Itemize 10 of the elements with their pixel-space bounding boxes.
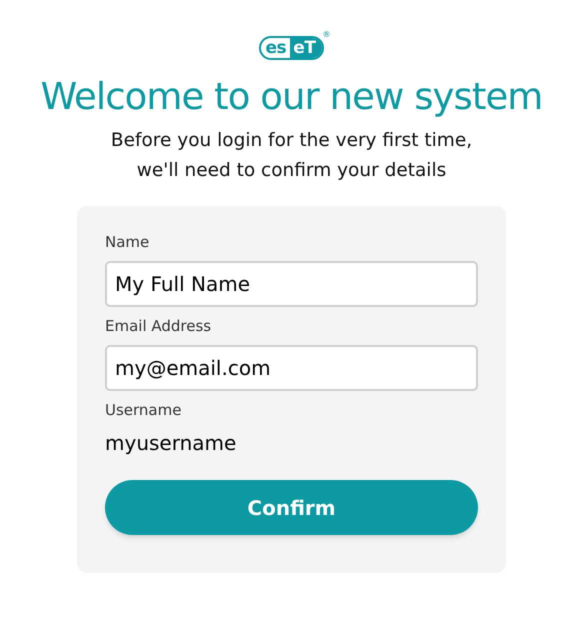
registered-mark: ® [322,31,331,39]
input-field[interactable]: my@email.com [105,345,478,392]
field-label: Name [105,232,150,252]
input-field[interactable]: My Full Name [105,261,478,308]
logo: es eT [259,36,324,60]
page-title: Welcome to our new system [40,74,542,120]
username-value: myusername [105,430,238,456]
field-label: Username [105,400,182,420]
subtitle: Before you login for the very first time, we'll need to confirm your details [110,129,472,184]
field-label: Email Address [105,316,212,336]
